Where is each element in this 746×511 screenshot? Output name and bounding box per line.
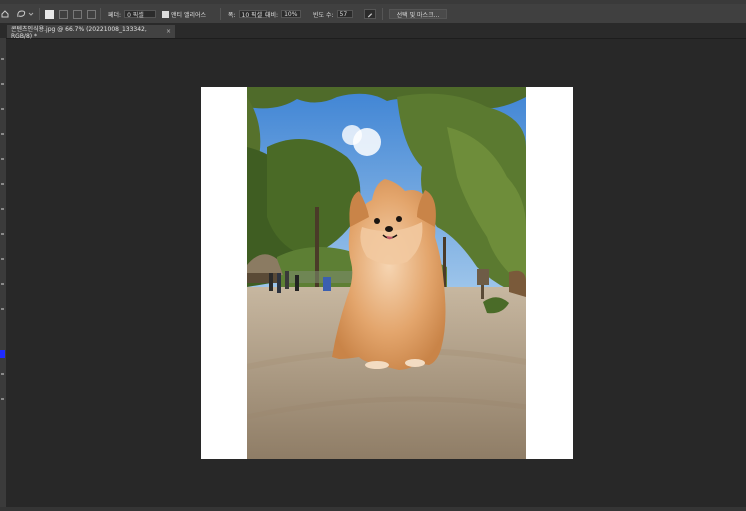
tools-panel (0, 38, 6, 507)
close-icon[interactable]: × (166, 28, 171, 35)
status-bar (0, 507, 746, 511)
selection-mode-group (45, 9, 96, 19)
contrast-input[interactable]: 10% (281, 10, 302, 18)
document-tab[interactable]: 콘텐츠인식용.jpg @ 66.7% (20221008_133342, RGB… (7, 25, 175, 40)
separator (220, 8, 221, 20)
select-and-mask-button[interactable]: 선택 및 마스크... (389, 9, 447, 19)
tool-icon[interactable] (1, 398, 4, 400)
canvas-photo (247, 87, 526, 459)
tool-icon[interactable] (1, 83, 4, 85)
width-control: 폭: 10 픽셀 (228, 9, 267, 19)
antialias-checkbox[interactable] (162, 10, 169, 18)
document-tab-bar: 콘텐츠인식용.jpg @ 66.7% (20221008_133342, RGB… (0, 24, 746, 40)
feather-input[interactable]: 0 픽셀 (124, 10, 157, 19)
options-bar: 페더: 0 픽셀 앤티 앨리어스 폭: 10 픽셀 대비: 10% 빈도 수: … (0, 4, 746, 24)
separator (39, 8, 40, 20)
new-selection-icon[interactable] (45, 9, 54, 19)
frequency-control: 빈도 수: 57 (313, 9, 353, 19)
feather-label: 페더: (108, 11, 122, 19)
contrast-control: 대비: 10% (265, 9, 302, 19)
contrast-label: 대비: (265, 11, 279, 19)
feather-control: 페더: 0 픽셀 (108, 9, 157, 19)
antialias-control[interactable]: 앤티 앨리어스 (162, 9, 206, 19)
tool-icon[interactable] (1, 373, 4, 375)
tool-icon[interactable] (1, 183, 4, 185)
width-label: 폭: (228, 11, 236, 19)
tool-icon[interactable] (1, 133, 4, 135)
foreground-color-swatch[interactable] (0, 350, 5, 358)
intersect-selection-icon[interactable] (87, 9, 96, 19)
magnetic-lasso-icon[interactable] (16, 9, 34, 19)
select-and-mask-label: 선택 및 마스크... (389, 9, 447, 19)
subtract-selection-icon[interactable] (73, 9, 82, 19)
frequency-label: 빈도 수: (313, 11, 334, 19)
pen-pressure-icon[interactable] (364, 9, 376, 19)
photo-image (247, 87, 526, 459)
separator (100, 8, 101, 20)
tool-icon[interactable] (1, 258, 4, 260)
tool-icon[interactable] (1, 108, 4, 110)
width-input[interactable]: 10 픽셀 (238, 10, 267, 19)
tool-icon[interactable] (1, 308, 4, 310)
tool-icon[interactable] (1, 158, 4, 160)
add-selection-icon[interactable] (59, 9, 68, 19)
tool-icon[interactable] (1, 58, 4, 60)
document-tab-title: 콘텐츠인식용.jpg @ 66.7% (20221008_133342, RGB… (11, 25, 147, 40)
tool-icon[interactable] (1, 208, 4, 210)
tool-icon[interactable] (1, 283, 4, 285)
tool-icon[interactable] (1, 233, 4, 235)
home-icon[interactable] (1, 9, 9, 19)
antialias-label: 앤티 앨리어스 (171, 11, 207, 19)
frequency-input[interactable]: 57 (336, 10, 353, 18)
separator (382, 8, 383, 20)
